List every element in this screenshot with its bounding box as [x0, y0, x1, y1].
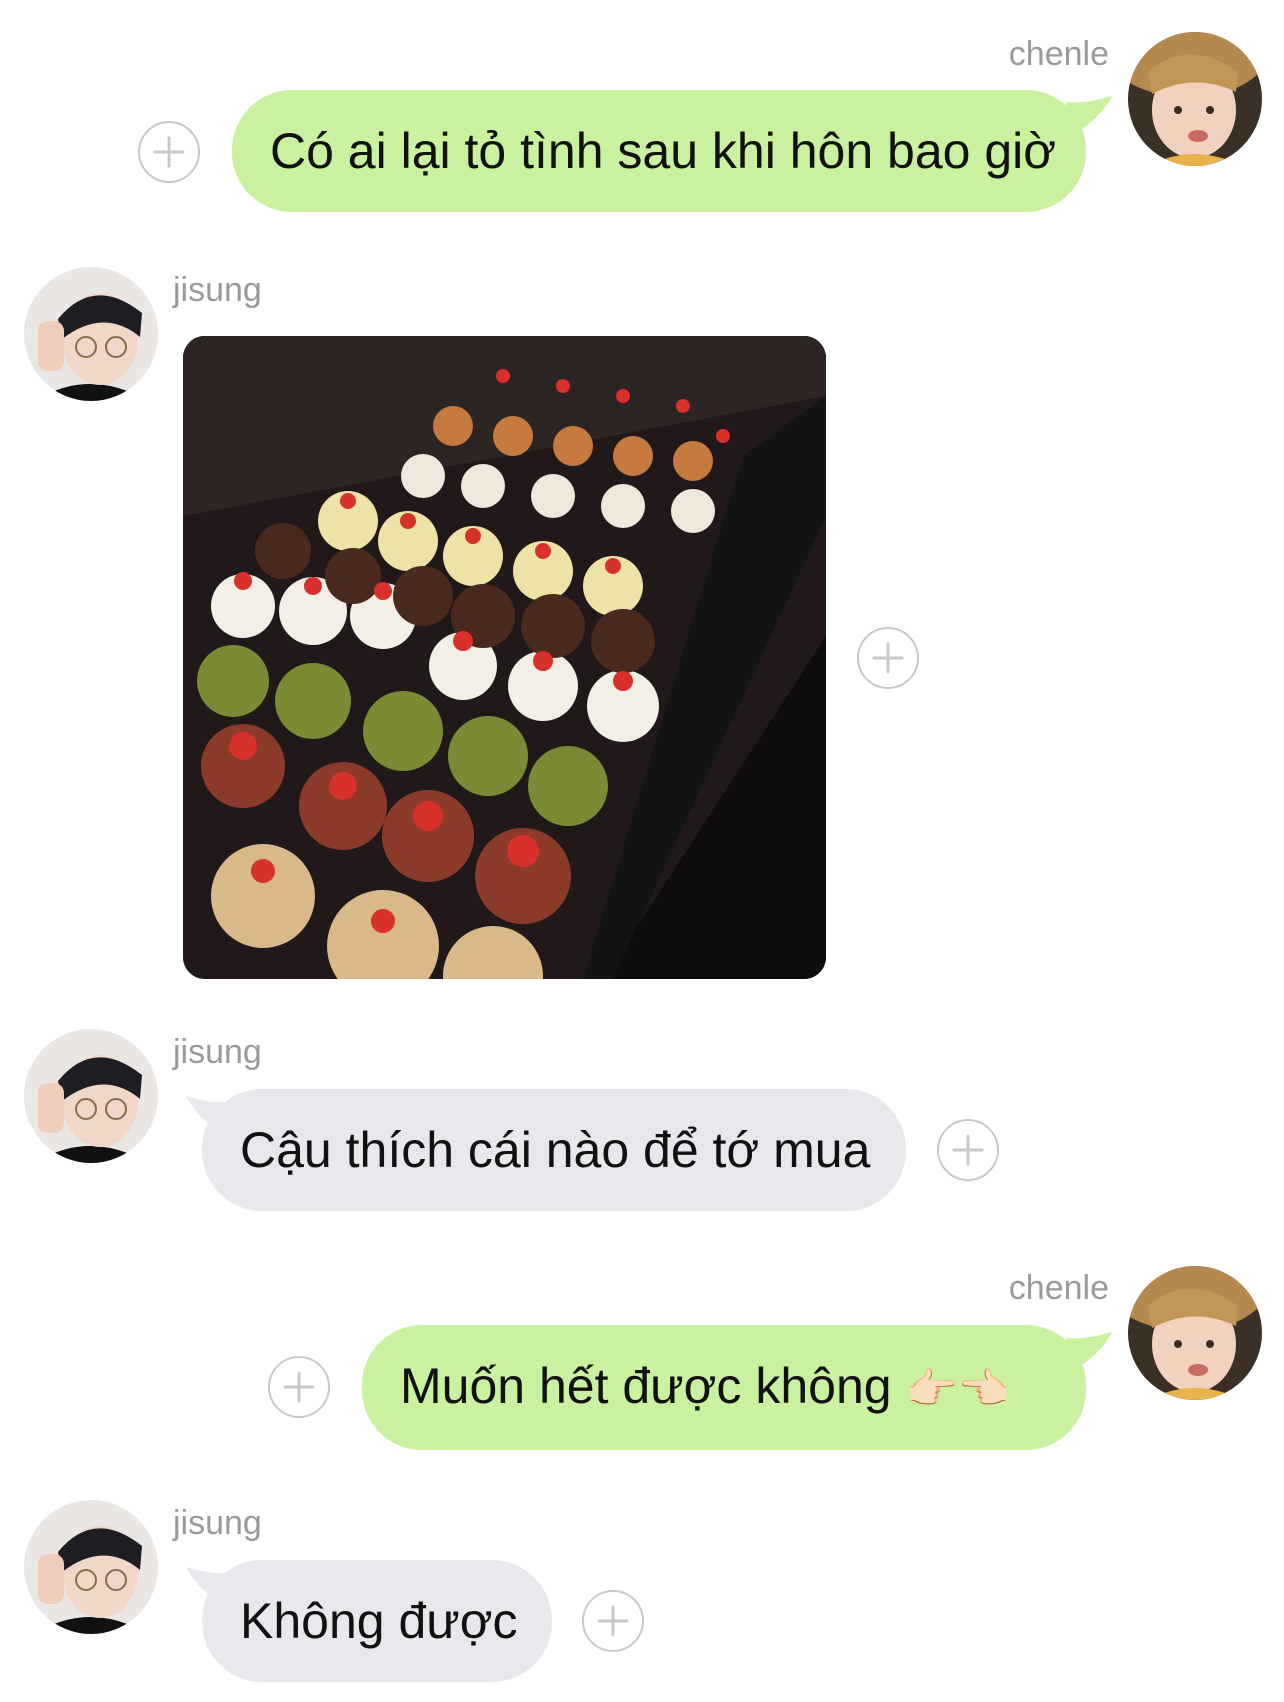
- jisung-avatar[interactable]: [24, 1500, 158, 1634]
- pointing-fingers-emoji: 👉🏻👈🏻: [905, 1364, 1011, 1413]
- add-reaction-button[interactable]: [268, 1356, 330, 1418]
- sender-name: chenle: [1008, 1269, 1109, 1307]
- chenle-avatar[interactable]: [1128, 1266, 1262, 1400]
- cake-display-photo[interactable]: [183, 336, 826, 979]
- sender-name: jisung: [173, 1504, 262, 1542]
- message-bubble[interactable]: Có ai lại tỏ tình sau khi hôn bao giờ: [232, 90, 1086, 212]
- sender-name: jisung: [173, 1033, 262, 1071]
- message-text: Không được: [240, 1593, 518, 1649]
- message-text: Có ai lại tỏ tình sau khi hôn bao giờ: [270, 123, 1057, 179]
- plus-circle-icon: [872, 642, 904, 674]
- jisung-avatar[interactable]: [24, 267, 158, 401]
- sender-name: jisung: [173, 271, 262, 309]
- plus-circle-icon: [283, 1371, 315, 1403]
- plus-circle-icon: [952, 1134, 984, 1166]
- message-text: Muốn hết được không: [400, 1358, 892, 1414]
- add-reaction-button[interactable]: [937, 1119, 999, 1181]
- message-text: Cậu thích cái nào để tớ mua: [240, 1122, 871, 1178]
- message-bubble[interactable]: Muốn hết được không 👉🏻👈🏻: [362, 1325, 1086, 1450]
- plus-circle-icon: [597, 1605, 629, 1637]
- sender-name: chenle: [1008, 35, 1109, 73]
- add-reaction-button[interactable]: [857, 627, 919, 689]
- add-reaction-button[interactable]: [138, 121, 200, 183]
- plus-circle-icon: [153, 136, 185, 168]
- add-reaction-button[interactable]: [582, 1590, 644, 1652]
- message-bubble[interactable]: Không được: [202, 1560, 552, 1682]
- jisung-avatar[interactable]: [24, 1029, 158, 1163]
- message-bubble[interactable]: Cậu thích cái nào để tớ mua: [202, 1089, 906, 1211]
- chenle-avatar[interactable]: [1128, 32, 1262, 166]
